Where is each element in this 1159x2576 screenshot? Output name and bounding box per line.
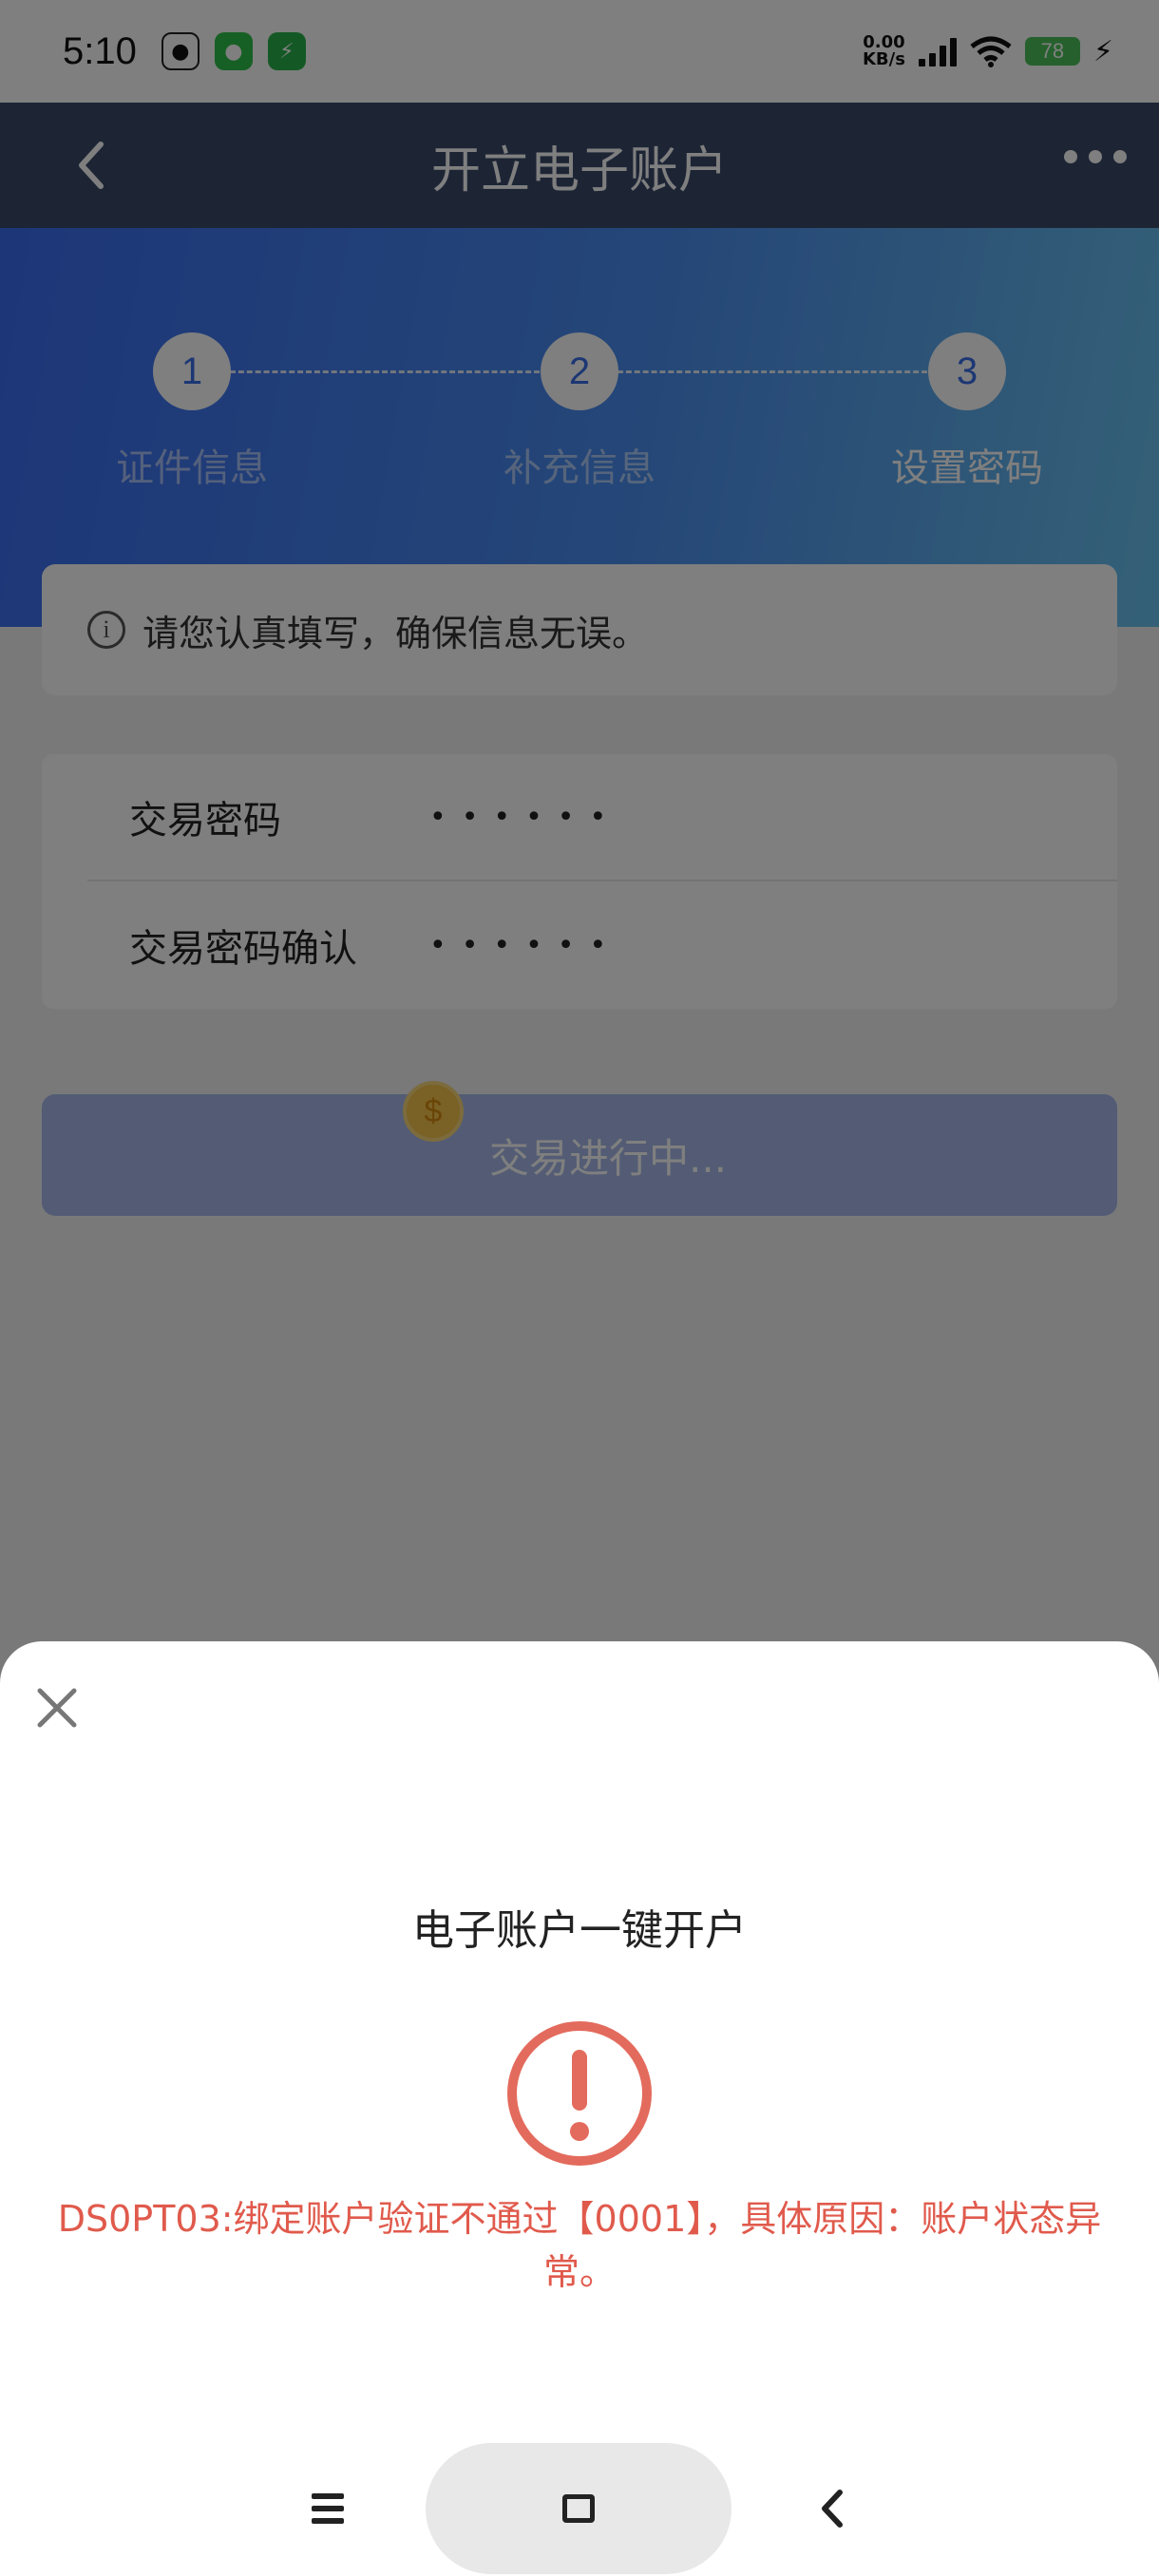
close-icon[interactable] [30, 1681, 84, 1734]
exclamation-icon [507, 2021, 652, 2166]
system-nav-bar [0, 2428, 1159, 2576]
menu-icon[interactable] [294, 2475, 361, 2542]
square-icon [562, 2494, 595, 2523]
back-icon[interactable] [804, 2475, 861, 2542]
sheet-title: 电子账户一键开户 [412, 1906, 747, 1955]
error-message: DS0PT03:绑定账户验证不通过【0001】，具体原因：账户状态异常。 [57, 2198, 1102, 2293]
home-button[interactable] [426, 2443, 732, 2574]
